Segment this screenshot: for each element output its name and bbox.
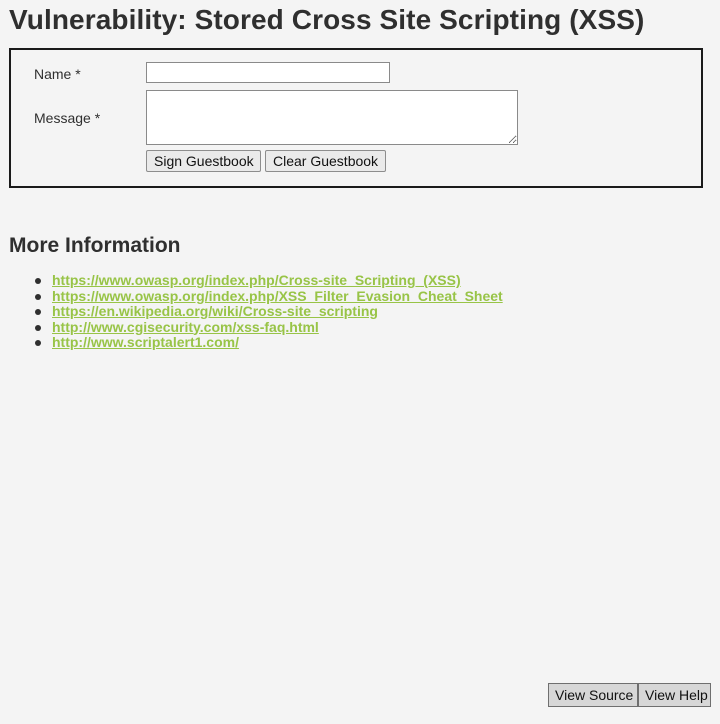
view-source-button[interactable]: View Source — [548, 683, 638, 707]
list-item: https://en.wikipedia.org/wiki/Cross-site… — [33, 303, 503, 320]
view-help-button[interactable]: View Help — [638, 683, 711, 707]
list-item: https://www.owasp.org/index.php/XSS_Filt… — [33, 288, 503, 305]
reference-link[interactable]: http://www.scriptalert1.com/ — [52, 334, 239, 350]
reference-link[interactable]: https://en.wikipedia.org/wiki/Cross-site… — [52, 303, 378, 319]
list-item: https://www.owasp.org/index.php/Cross-si… — [33, 272, 503, 289]
name-label: Name * — [34, 66, 81, 82]
reference-links-list: https://www.owasp.org/index.php/Cross-si… — [33, 272, 503, 351]
more-information-heading: More Information — [9, 234, 181, 257]
reference-link[interactable]: https://www.owasp.org/index.php/XSS_Filt… — [52, 288, 503, 304]
clear-guestbook-button[interactable]: Clear Guestbook — [265, 150, 386, 172]
bullet-icon — [35, 278, 41, 284]
reference-link[interactable]: http://www.cgisecurity.com/xss-faq.html — [52, 319, 319, 335]
bullet-icon — [35, 324, 41, 331]
name-input[interactable] — [146, 62, 390, 83]
guestbook-form: Name * Message * Sign Guestbook Clear Gu… — [9, 48, 703, 188]
reference-link[interactable]: https://www.owasp.org/index.php/Cross-si… — [52, 272, 461, 288]
page-title: Vulnerability: Stored Cross Site Scripti… — [9, 4, 645, 35]
bullet-icon — [35, 309, 41, 315]
message-input[interactable] — [146, 90, 518, 145]
list-item: http://www.scriptalert1.com/ — [33, 334, 503, 351]
message-label: Message * — [34, 110, 101, 126]
list-item: http://www.cgisecurity.com/xss-faq.html — [33, 319, 503, 336]
bullet-icon — [35, 340, 41, 346]
sign-guestbook-button[interactable]: Sign Guestbook — [146, 150, 261, 172]
bullet-icon — [35, 293, 41, 300]
